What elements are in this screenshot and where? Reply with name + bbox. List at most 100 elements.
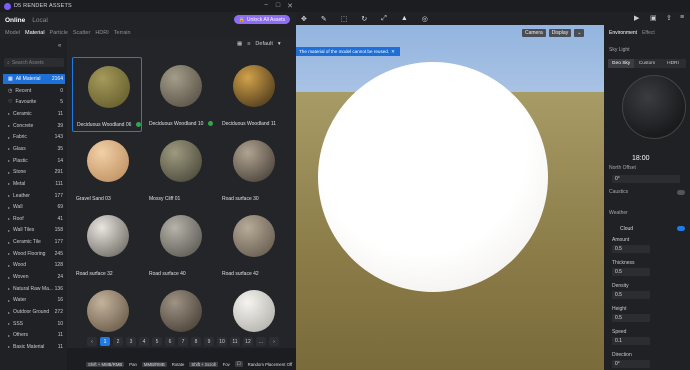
north-offset-field[interactable]: 0° bbox=[612, 175, 680, 183]
page-11[interactable]: 11 bbox=[230, 337, 240, 346]
prev-page-icon[interactable]: ‹ bbox=[87, 337, 97, 346]
material-tile[interactable]: Road surface 42 bbox=[218, 207, 288, 282]
param-field[interactable]: 0.5 bbox=[612, 268, 650, 276]
scale-tool-icon[interactable]: ⤢ bbox=[381, 15, 387, 23]
video-icon[interactable]: ▶ bbox=[634, 14, 639, 22]
export-icon[interactable]: ⇪ bbox=[666, 14, 672, 22]
sidebar-item-wood[interactable]: ▸ Wood 128 bbox=[3, 260, 65, 270]
unlock-all-button[interactable]: 🔒 Unlock All Assets bbox=[233, 15, 290, 24]
page-10[interactable]: 10 bbox=[217, 337, 227, 346]
menu-icon[interactable]: ≡ bbox=[680, 14, 684, 21]
camera-button[interactable]: Camera bbox=[522, 29, 546, 37]
sidebar-item-ceramic[interactable]: ▸ Ceramic 11 bbox=[3, 109, 65, 119]
sidebar-item-wall-tiles[interactable]: ▸ Wall Tiles 158 bbox=[3, 225, 65, 235]
page-6[interactable]: 6 bbox=[165, 337, 175, 346]
chevron-down-icon[interactable]: ▾ bbox=[278, 41, 281, 47]
material-tile[interactable]: Road surface 40 bbox=[145, 207, 215, 282]
close-icon[interactable]: ✕ bbox=[391, 49, 395, 55]
page-ellipsis[interactable]: ... bbox=[256, 337, 266, 346]
select-tool-icon[interactable]: ⬚ bbox=[341, 15, 348, 23]
material-tile[interactable]: Road surface 32 bbox=[72, 207, 142, 282]
param-field[interactable]: 0.5 bbox=[612, 245, 650, 253]
rotate-tool-icon[interactable]: ↻ bbox=[361, 15, 367, 23]
tab-scatter[interactable]: Scatter bbox=[73, 30, 90, 36]
sidebar-item-woven[interactable]: ▸ Woven 24 bbox=[3, 272, 65, 282]
tab-geo-sky[interactable]: Geo Sky bbox=[608, 59, 634, 68]
toast-message: The material of the model cannot be reus… bbox=[296, 47, 400, 56]
collapse-sidebar-icon[interactable]: « bbox=[58, 43, 61, 49]
sidebar-item-fabric[interactable]: ▸ Fabric 143 bbox=[3, 132, 65, 142]
sun-position-dial[interactable] bbox=[622, 75, 686, 139]
sidebar-item-outdoor-ground[interactable]: ▸ Outdoor Ground 272 bbox=[3, 307, 65, 317]
sidebar-item-recent[interactable]: ◷ Recent 0 bbox=[3, 86, 65, 96]
sidebar-item-glass[interactable]: ▸ Glass 35 bbox=[3, 144, 65, 154]
tab-terrain[interactable]: Terrain bbox=[114, 30, 131, 36]
3d-viewport[interactable] bbox=[296, 12, 604, 370]
page-9[interactable]: 9 bbox=[204, 337, 214, 346]
search-input[interactable]: ⌕ Search Assets bbox=[4, 58, 64, 67]
tab-hdri[interactable]: HDRI bbox=[660, 59, 686, 68]
view-mode-icon[interactable]: ▦ bbox=[237, 41, 242, 47]
image-icon[interactable]: ▣ bbox=[650, 14, 657, 22]
tab-environment[interactable]: Environment bbox=[609, 30, 637, 36]
page-7[interactable]: 7 bbox=[178, 337, 188, 346]
tab-effect[interactable]: Effect bbox=[642, 30, 655, 36]
sidebar-item-wall[interactable]: ▸ Wall 69 bbox=[3, 202, 65, 212]
tab-local[interactable]: Local bbox=[32, 17, 48, 24]
sidebar-item-natural-raw-ma-[interactable]: ▸ Natural Raw Ma... 136 bbox=[3, 284, 65, 294]
sidebar-item-plastic[interactable]: ▸ Plastic 14 bbox=[3, 156, 65, 166]
maximize-icon[interactable]: □ bbox=[273, 2, 283, 9]
material-tile[interactable]: Gravel Sand 03 bbox=[72, 132, 142, 207]
page-3[interactable]: 3 bbox=[126, 337, 136, 346]
sidebar-item-favourite[interactable]: ♡ Favourite 5 bbox=[3, 97, 65, 107]
page-5[interactable]: 5 bbox=[152, 337, 162, 346]
tab-model[interactable]: Model bbox=[5, 30, 20, 36]
draw-tool-icon[interactable]: ✎ bbox=[321, 15, 327, 23]
material-tile[interactable]: Road surface 30 bbox=[218, 132, 288, 207]
sidebar-item-roof[interactable]: ▸ Roof 41 bbox=[3, 214, 65, 224]
next-page-icon[interactable]: › bbox=[269, 337, 279, 346]
page-2[interactable]: 2 bbox=[113, 337, 123, 346]
tab-custom[interactable]: Custom bbox=[634, 59, 660, 68]
move-tool-icon[interactable]: ✥ bbox=[301, 15, 307, 23]
page-4[interactable]: 4 bbox=[139, 337, 149, 346]
sidebar-item-water[interactable]: ▸ Water 16 bbox=[3, 295, 65, 305]
tab-hdri[interactable]: HDRI bbox=[95, 30, 108, 36]
param-field[interactable]: 0.5 bbox=[612, 291, 650, 299]
tab-material[interactable]: Material bbox=[25, 30, 45, 36]
param-field[interactable]: 0° bbox=[612, 360, 650, 368]
page-8[interactable]: 8 bbox=[191, 337, 201, 346]
sort-icon[interactable]: ≡ bbox=[247, 41, 250, 47]
sidebar-item-basic-material[interactable]: ▸ Basic Material 11 bbox=[3, 342, 65, 352]
sidebar-item-all-material[interactable]: ▦ All Material 2164 bbox=[3, 74, 65, 84]
sidebar-item-sss[interactable]: ▸ SSS 10 bbox=[3, 319, 65, 329]
display-button[interactable]: Display bbox=[548, 29, 572, 37]
more-options-button[interactable]: ⌄ bbox=[574, 29, 585, 37]
minimize-icon[interactable]: − bbox=[261, 2, 271, 9]
preview-sphere[interactable] bbox=[318, 62, 548, 292]
sidebar-item-metal[interactable]: ▸ Metal 111 bbox=[3, 179, 65, 189]
sidebar-item-leather[interactable]: ▸ Leather 177 bbox=[3, 191, 65, 201]
sidebar-item-concrete[interactable]: ▸ Concrete 39 bbox=[3, 121, 65, 131]
material-tile[interactable]: Mossy Cliff 01 bbox=[145, 132, 215, 207]
planet-tool-icon[interactable]: ◎ bbox=[422, 15, 428, 23]
param-field[interactable]: 0.1 bbox=[612, 337, 650, 345]
material-tile[interactable]: Deciduous Woodland 06 bbox=[72, 57, 142, 132]
caustics-toggle[interactable] bbox=[677, 190, 685, 195]
sort-dropdown[interactable]: Default bbox=[255, 41, 272, 47]
page-1[interactable]: 1 bbox=[100, 337, 110, 346]
sidebar-item-stone[interactable]: ▸ Stone 291 bbox=[3, 167, 65, 177]
cloud-toggle[interactable] bbox=[677, 226, 685, 231]
close-icon[interactable]: ✕ bbox=[285, 2, 295, 10]
checkbox-icon[interactable]: ☐ bbox=[234, 361, 243, 367]
sidebar-item-ceramic-tile[interactable]: ▸ Ceramic Tile 177 bbox=[3, 237, 65, 247]
sidebar-item-others[interactable]: ▸ Others 11 bbox=[3, 330, 65, 340]
tab-particle[interactable]: Particle bbox=[50, 30, 68, 36]
tab-online[interactable]: Online bbox=[5, 17, 25, 24]
landscape-tool-icon[interactable]: ▲ bbox=[401, 15, 408, 22]
material-tile[interactable]: Deciduous Woodland 11 bbox=[218, 57, 288, 132]
material-tile[interactable]: Deciduous Woodland 10 bbox=[145, 57, 215, 132]
sidebar-item-wood-flooring[interactable]: ▸ Wood Flooring 245 bbox=[3, 249, 65, 259]
page-12[interactable]: 12 bbox=[243, 337, 253, 346]
param-field[interactable]: 0.5 bbox=[612, 314, 650, 322]
